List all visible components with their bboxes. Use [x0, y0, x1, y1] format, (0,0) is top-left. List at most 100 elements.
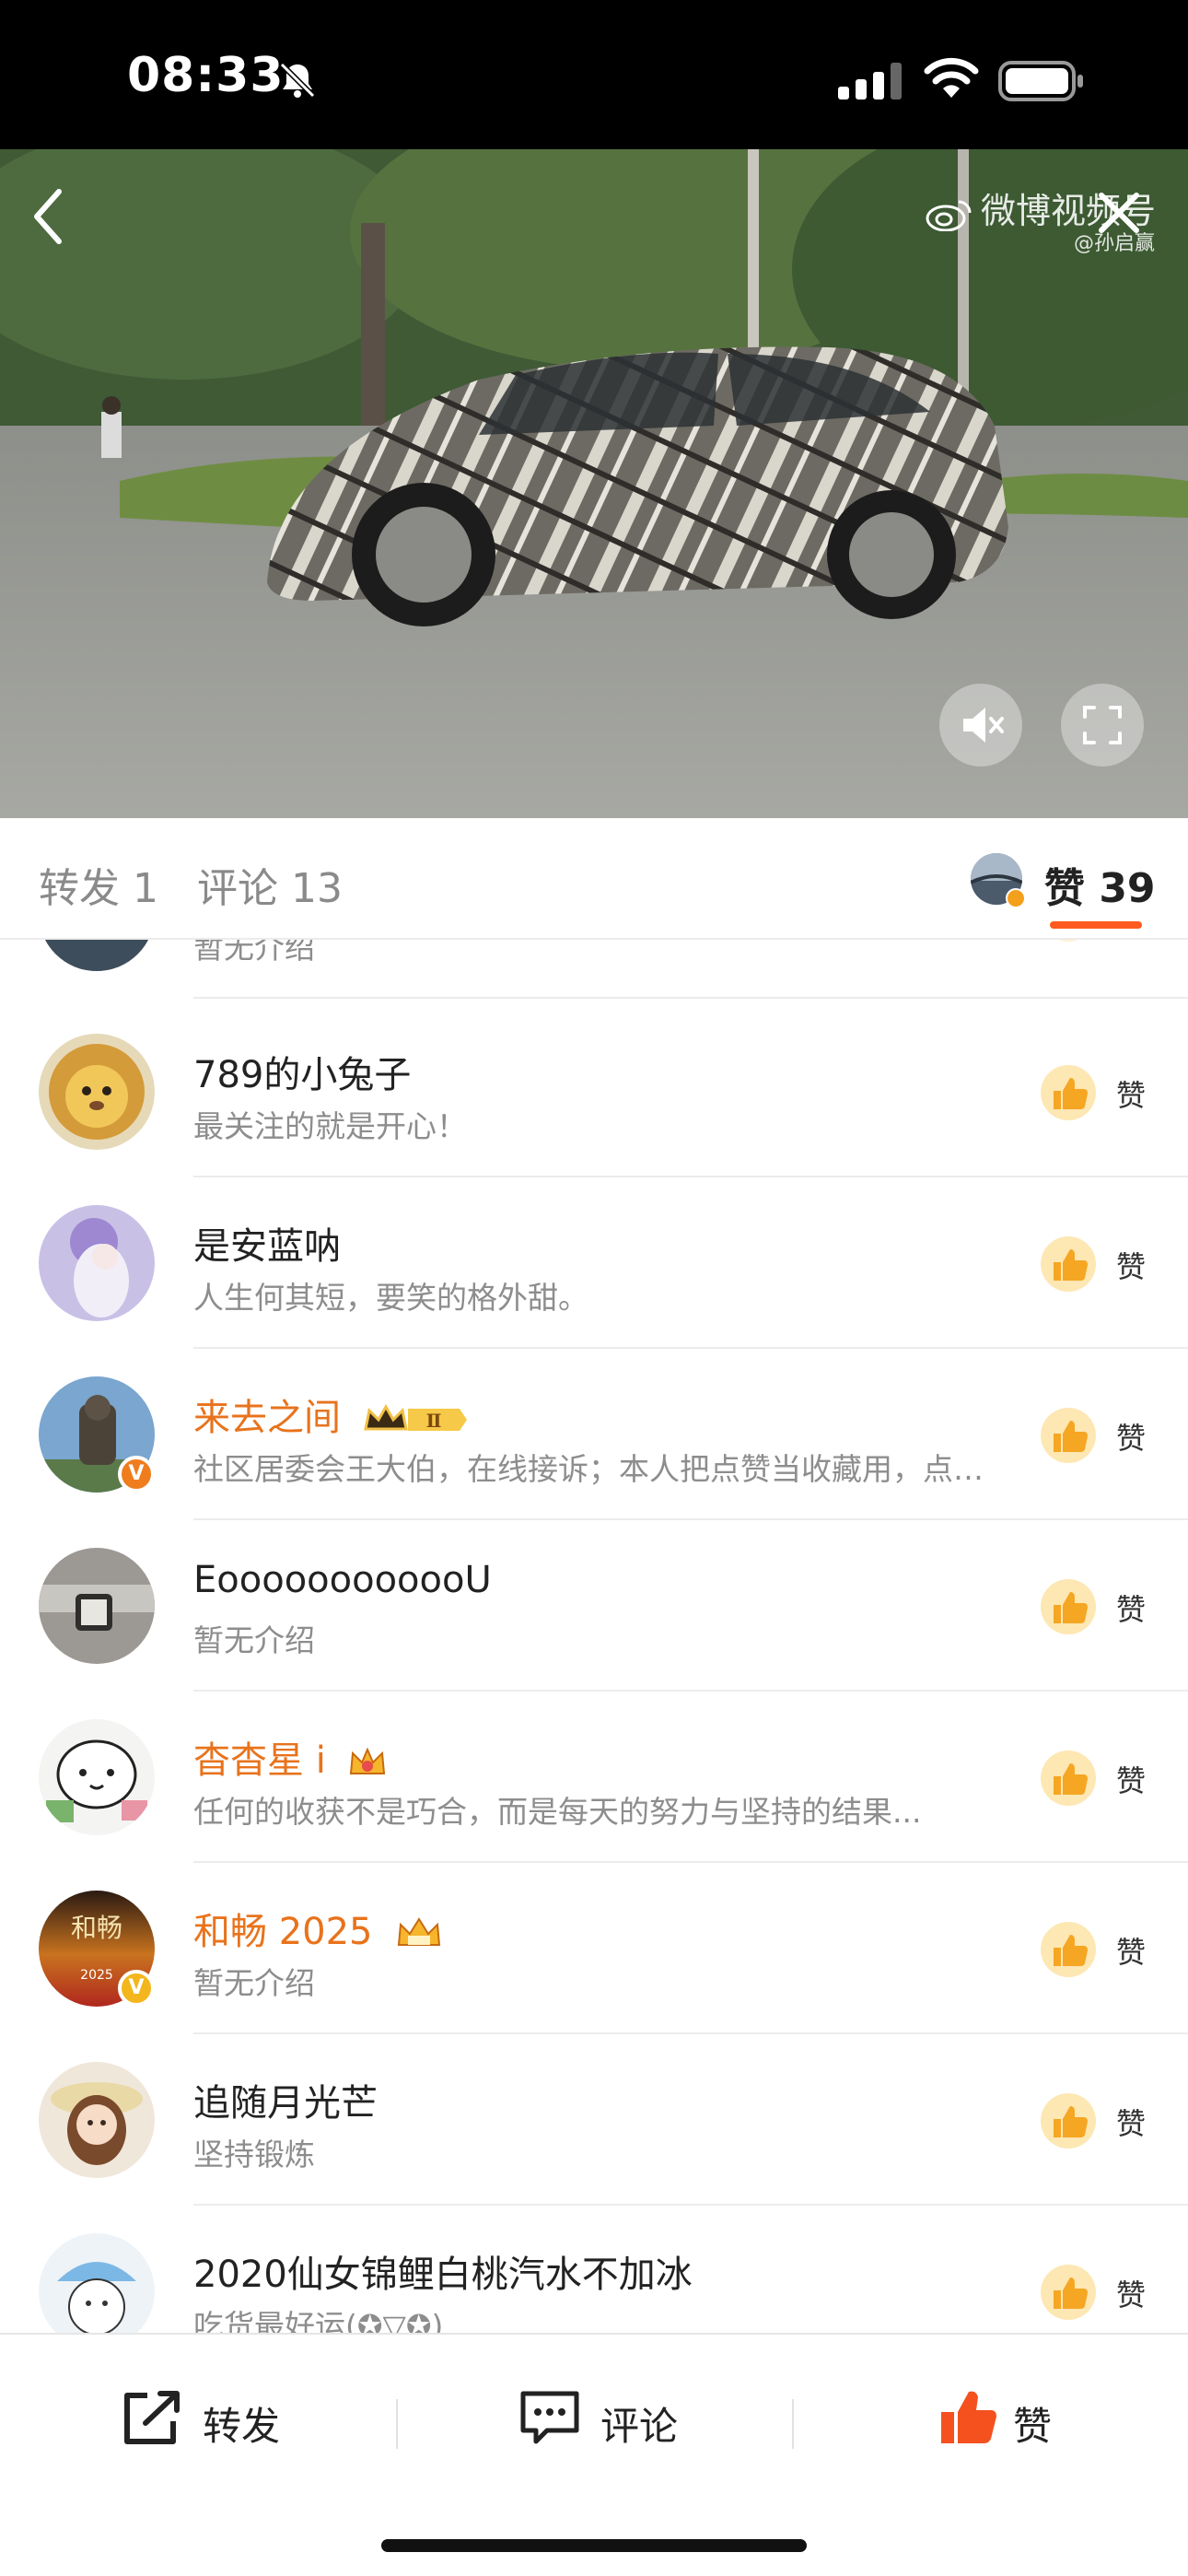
liker-bio: 暂无介绍: [193, 940, 315, 966]
avatar[interactable]: [39, 1548, 155, 1664]
battery-icon: [998, 61, 1083, 101]
home-indicator[interactable]: [381, 2539, 807, 2552]
like-label: 赞: [1116, 1763, 1147, 1798]
avatar-subtext: 2025: [80, 1968, 113, 1983]
thumbs-up-icon: [1041, 1236, 1096, 1292]
tab-like[interactable]: 赞 39: [1044, 855, 1156, 914]
thumbs-up-icon: [1041, 1579, 1096, 1634]
interaction-tabs: 转发 1 评论 13 赞 39: [0, 818, 1188, 940]
liker-name-text: 和畅 2025: [193, 1911, 373, 1953]
vip-crown-badge-icon: Ⅱ: [363, 1403, 467, 1432]
liker-name[interactable]: 2020仙女锦鲤白桃汽水不加冰: [193, 2244, 693, 2298]
avatar[interactable]: [39, 1719, 155, 1835]
like-button[interactable]: 赞: [1041, 1577, 1170, 1636]
verified-badge: [1006, 888, 1026, 908]
liker-name[interactable]: 和畅 2025: [193, 1902, 445, 1955]
avatar[interactable]: [39, 2233, 155, 2333]
bell-slash-icon: [279, 62, 316, 99]
liker-name[interactable]: EoooooooooooU: [193, 1559, 492, 1601]
repost-button[interactable]: 转发: [120, 2384, 322, 2458]
liker-name-text: 杳杳星 i: [193, 1739, 326, 1782]
list-item[interactable]: 789的小兔子 最关注的就是开心！ 赞: [0, 1006, 1188, 1177]
thumbs-up-icon: [1041, 1065, 1096, 1120]
liker-bio: 坚持锻炼: [193, 2137, 315, 2172]
liker-bio: 吃货最好运(✪▽✪): [193, 2308, 444, 2333]
like-button[interactable]: 赞: [1041, 1406, 1170, 1465]
back-icon[interactable]: [28, 184, 68, 249]
video-player[interactable]: 微博视频号 @孙启赢: [0, 149, 1188, 818]
comment-label: 评论: [600, 2404, 679, 2449]
like-label: 赞: [1116, 1249, 1147, 1284]
list-item[interactable]: 和畅 2025 V 和畅 2025 暂无介绍 赞: [0, 1863, 1188, 2034]
like-label: 赞: [1013, 2404, 1053, 2449]
fullscreen-icon: [1083, 706, 1122, 744]
liker-bio: 暂无介绍: [193, 1965, 315, 2001]
comment-icon: [520, 2391, 579, 2444]
liker-name[interactable]: 杳杳星 i: [193, 1730, 388, 1784]
like-label: 赞: [1116, 1421, 1147, 1456]
liker-name[interactable]: 789的小兔子: [193, 1045, 411, 1098]
liker-bio: 任何的收获不是巧合，而是每天的努力与坚持的结果...: [193, 1794, 922, 1830]
mute-icon: [963, 708, 1004, 743]
like-button[interactable]: 赞: [936, 2384, 1083, 2458]
avatar[interactable]: [39, 940, 155, 971]
like-label: 赞: [1116, 1592, 1147, 1627]
liker-bio: 社区居委会王大伯，在线接诉；本人把点赞当收藏用，点赞不代表赞同...: [193, 1451, 985, 1487]
like-button[interactable]: 赞: [1041, 1920, 1170, 1979]
vip-crown-badge-icon: [398, 1917, 441, 1946]
liker-name[interactable]: 来去之间 Ⅱ: [193, 1388, 469, 1441]
likers-list[interactable]: 暂无介绍 789的小兔子 最关注的就是开心！ 赞 是安蓝呐 人生何其短，要笑的格…: [0, 940, 1188, 2333]
weibo-logo-icon: [926, 200, 972, 231]
thumbs-up-icon: [941, 2391, 996, 2443]
list-item[interactable]: 2020仙女锦鲤白桃汽水不加冰 吃货最好运(✪▽✪) 赞: [0, 2206, 1188, 2333]
divider: [193, 997, 1188, 999]
like-button[interactable]: 赞: [1041, 2091, 1170, 2150]
verified-badge: V: [118, 1456, 155, 1493]
avatar-text: 和畅: [71, 1913, 122, 1943]
thumbs-up-icon: [1041, 2093, 1096, 2149]
avatar[interactable]: [39, 2062, 155, 2178]
fullscreen-button[interactable]: [1061, 684, 1144, 767]
share-icon: [124, 2391, 180, 2444]
liker-bio: 人生何其短，要笑的格外甜。: [193, 1280, 588, 1316]
close-icon[interactable]: [1092, 186, 1146, 240]
thumbs-up-icon: [1041, 1922, 1096, 1977]
status-time: 08:33: [127, 48, 285, 103]
like-button[interactable]: 赞: [1041, 1749, 1170, 1808]
list-item[interactable]: 是安蓝呐 人生何其短，要笑的格外甜。 赞: [0, 1177, 1188, 1349]
tab-active-indicator: [1050, 921, 1142, 929]
thumbs-up-icon: [1041, 1408, 1096, 1463]
liker-name[interactable]: 追随月光芒: [193, 2073, 378, 2126]
avatar[interactable]: [39, 1205, 155, 1321]
repost-label: 转发: [203, 2404, 281, 2449]
liker-name[interactable]: 是安蓝呐: [193, 1216, 341, 1270]
tab-comment[interactable]: 评论 13: [197, 855, 343, 914]
liker-bio: 暂无介绍: [193, 1622, 315, 1658]
liker-name-text: 来去之间: [193, 1397, 341, 1439]
like-button[interactable]: 赞: [1041, 1235, 1170, 1294]
vip-level: Ⅱ: [425, 1410, 441, 1432]
divider: [792, 2399, 794, 2449]
like-label: 赞: [1116, 2277, 1147, 2313]
mute-button[interactable]: [939, 684, 1022, 767]
tab-repost[interactable]: 转发 1: [39, 855, 158, 914]
like-button[interactable]: 赞: [1041, 1063, 1170, 1122]
thumbs-up-icon: [1041, 940, 1096, 942]
list-item[interactable]: V 来去之间 Ⅱ 社区居委会王大伯，在线接诉；本人把点赞当收藏用，点赞不代表赞同…: [0, 1349, 1188, 1520]
like-button[interactable]: 赞: [1041, 2263, 1170, 2322]
status-bar: 08:33: [0, 0, 1188, 149]
comment-button[interactable]: 评论: [518, 2384, 739, 2458]
list-item[interactable]: 杳杳星 i 任何的收获不是巧合，而是每天的努力与坚持的结果... 赞: [0, 1692, 1188, 1863]
avatar[interactable]: [39, 1034, 155, 1150]
like-label: 赞: [1116, 1078, 1147, 1113]
bottom-action-bar: 转发 评论 赞: [0, 2333, 1188, 2576]
like-label: 赞: [1116, 2106, 1147, 2141]
like-button[interactable]: [1041, 940, 1170, 943]
signal-icon: [838, 63, 902, 100]
thumbs-up-icon: [1041, 1751, 1096, 1806]
divider: [396, 2399, 398, 2449]
like-label: 赞: [1116, 1935, 1147, 1970]
list-item[interactable]: EoooooooooooU 暂无介绍 赞: [0, 1520, 1188, 1692]
list-item[interactable]: 暂无介绍: [0, 940, 1188, 999]
list-item[interactable]: 追随月光芒 坚持锻炼 赞: [0, 2034, 1188, 2206]
